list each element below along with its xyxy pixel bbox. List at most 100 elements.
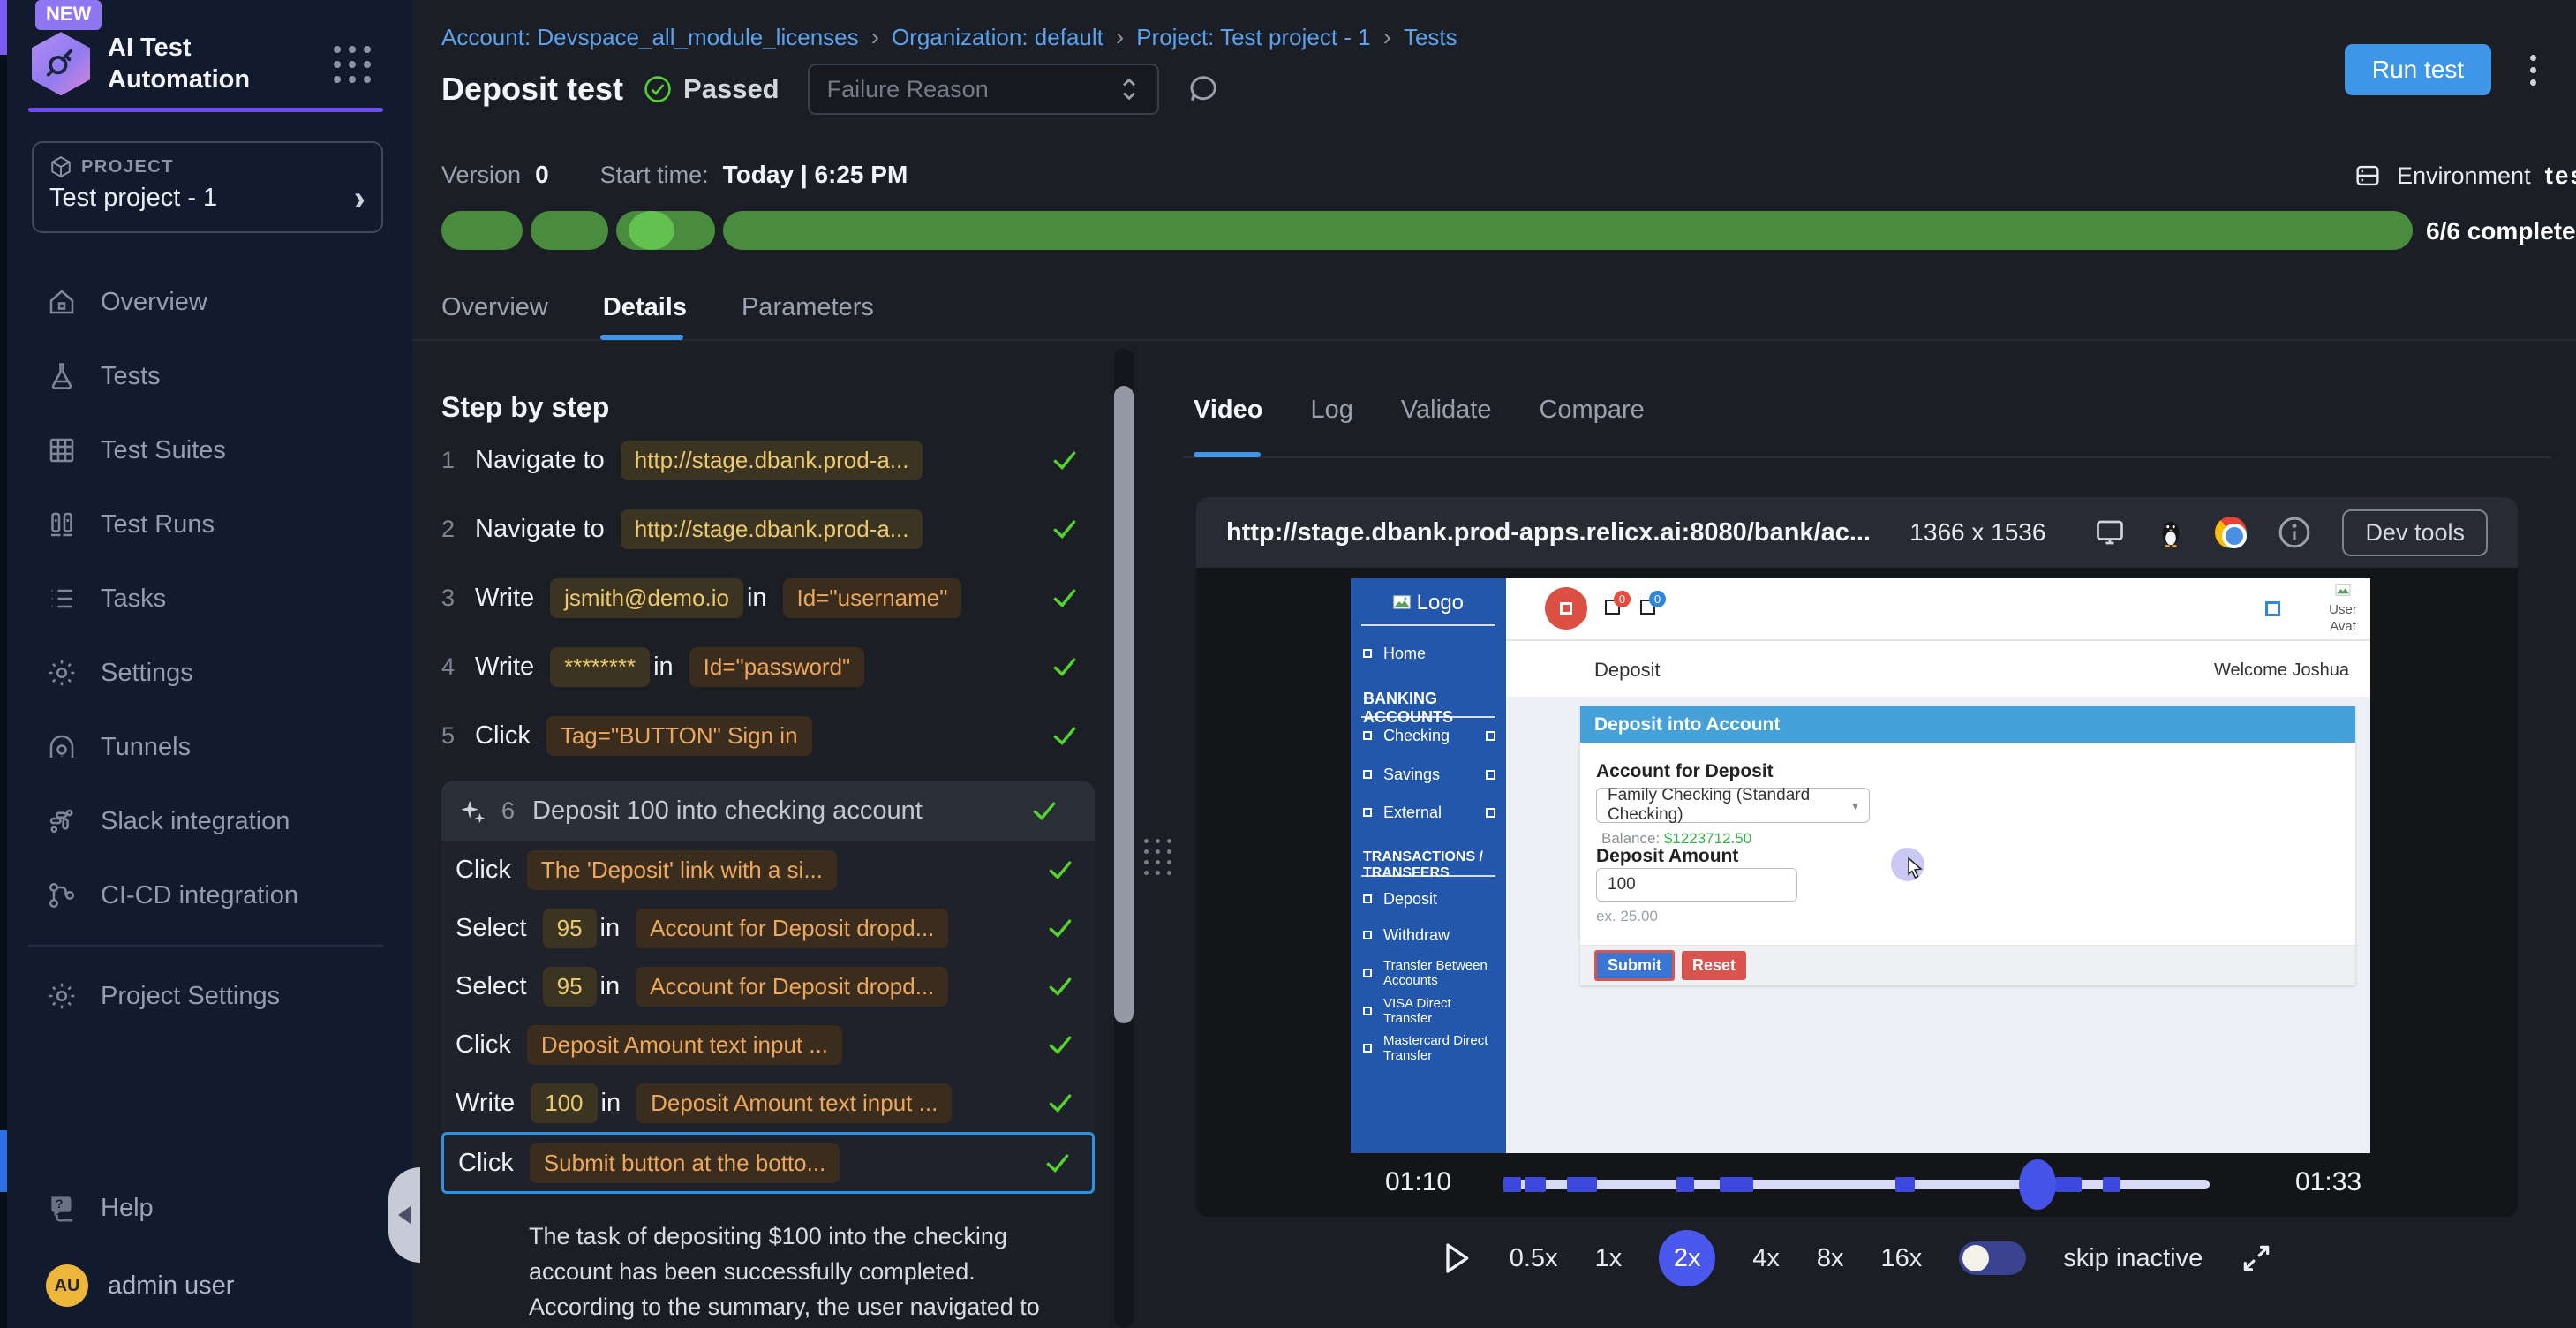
sidebar-item-test-suites[interactable]: Test Suites — [0, 413, 412, 487]
skip-inactive-toggle[interactable] — [1959, 1241, 2026, 1275]
broken-image-icon — [2335, 584, 2351, 596]
tab-log[interactable]: Log — [1310, 396, 1352, 425]
more-options-icon[interactable] — [2527, 51, 2540, 89]
url-pill: http://stage.dbank.prod-a... — [621, 509, 923, 549]
step-row-5[interactable]: 5 Click Tag="BUTTON" Sign in — [441, 703, 1099, 768]
video-viewport: Logo Home BANKING ACCOUNTS Checking Savi… — [1196, 568, 2518, 1153]
tab-overview[interactable]: Overview — [441, 293, 548, 322]
substep-row-6-selected[interactable]: Click Submit button at the botto... — [441, 1132, 1095, 1194]
value-pill: 95 — [543, 967, 597, 1007]
step-row-4[interactable]: 4 Write ******** in Id="password" — [441, 634, 1099, 699]
sidebar-item-tests[interactable]: Tests — [0, 339, 412, 413]
breadcrumb-tests[interactable]: Tests — [1404, 24, 1457, 51]
substep-row-2[interactable]: Select 95 in Account for Deposit dropd..… — [441, 899, 1095, 957]
progress-segment[interactable] — [441, 211, 523, 250]
step-row-2[interactable]: 2 Navigate to http://stage.dbank.prod-a.… — [441, 496, 1099, 562]
steps-scrollbar-thumb[interactable] — [1114, 386, 1134, 1023]
step-group-header[interactable]: 6 Deposit 100 into checking account — [441, 781, 1095, 841]
substep-row-3[interactable]: Select 95 in Account for Deposit dropd..… — [441, 957, 1095, 1015]
sidebar-item-settings[interactable]: Settings — [0, 636, 412, 710]
failure-reason-select[interactable]: Failure Reason — [808, 64, 1159, 115]
locator-pill: Deposit Amount text input ... — [527, 1025, 842, 1065]
sidebar-collapse-handle[interactable] — [388, 1167, 420, 1263]
svg-text:?: ? — [56, 1197, 64, 1211]
sidebar-item-tasks[interactable]: Tasks — [0, 562, 412, 636]
nav-divider — [28, 945, 384, 947]
breadcrumb-separator: › — [871, 23, 879, 51]
apps-grid-icon[interactable] — [334, 46, 373, 85]
video-url-bar: http://stage.dbank.prod-apps.relicx.ai:8… — [1196, 497, 2518, 568]
step-row-1[interactable]: 1 Navigate to http://stage.dbank.prod-a.… — [441, 427, 1099, 493]
comment-icon[interactable] — [1186, 72, 1221, 107]
amount-input: 100 — [1596, 868, 1797, 902]
locator-pill: Id="username" — [783, 578, 962, 618]
sidebar-item-test-runs[interactable]: Test Runs — [0, 487, 412, 562]
step-passed-icon — [1045, 971, 1075, 1001]
panel-resize-handle[interactable] — [1144, 839, 1172, 875]
locator-pill: Submit button at the botto... — [530, 1143, 840, 1183]
tab-video[interactable]: Video — [1194, 396, 1262, 425]
substep-row-4[interactable]: Click Deposit Amount text input ... — [441, 1015, 1095, 1074]
start-time-value: Today | 6:25 PM — [723, 161, 908, 189]
user-name: admin user — [108, 1271, 234, 1301]
breadcrumb-separator: › — [1383, 23, 1391, 51]
sidebar-item-cicd-integration[interactable]: CI-CD integration — [0, 858, 412, 932]
title-row: Deposit test Passed Failure Reason — [441, 64, 1221, 115]
fullscreen-icon[interactable] — [2240, 1241, 2273, 1275]
speed-16x[interactable]: 16x — [1881, 1244, 1923, 1273]
play-icon[interactable] — [1441, 1241, 1473, 1276]
avatar: AU — [46, 1264, 88, 1307]
tab-parameters[interactable]: Parameters — [742, 293, 874, 322]
recorded-bank-app: Logo Home BANKING ACCOUNTS Checking Savi… — [1351, 578, 2370, 1153]
breadcrumb-account[interactable]: Account: Devspace_all_module_licenses — [441, 24, 859, 51]
progress-segment[interactable] — [723, 211, 2413, 250]
run-progress-bar — [441, 211, 2413, 250]
sidebar-item-overview[interactable]: Overview — [0, 265, 412, 339]
url-pill: http://stage.dbank.prod-a... — [621, 441, 923, 480]
tab-compare[interactable]: Compare — [1539, 396, 1644, 425]
breadcrumb: Account: Devspace_all_module_licenses › … — [441, 23, 1457, 51]
speed-4x[interactable]: 4x — [1752, 1244, 1780, 1273]
playhead[interactable] — [2019, 1159, 2056, 1210]
devtools-button[interactable]: Dev tools — [2342, 509, 2488, 556]
progress-segment[interactable] — [616, 211, 715, 250]
bank-topbar: 0 0 User Avat — [1506, 578, 2370, 641]
app-logo-icon — [32, 32, 90, 95]
check-circle-icon — [643, 74, 673, 104]
project-selector[interactable]: PROJECT Test project - 1 › — [32, 141, 383, 233]
sidebar-item-slack-integration[interactable]: Slack integration — [0, 784, 412, 858]
chrome-icon — [2215, 517, 2247, 548]
columns-icon — [46, 509, 78, 540]
substep-row-1[interactable]: Click The 'Deposit' link with a si... — [441, 841, 1095, 899]
user-menu[interactable]: AU admin user — [0, 1243, 412, 1328]
tab-validate[interactable]: Validate — [1401, 396, 1492, 425]
speed-2x-active[interactable]: 2x — [1659, 1230, 1715, 1286]
tab-details[interactable]: Details — [603, 293, 687, 322]
breadcrumb-project[interactable]: Project: Test project - 1 — [1136, 24, 1370, 51]
sidebar-item-tunnels[interactable]: Tunnels — [0, 710, 412, 784]
balance-text: Balance: $1223712.50 — [1601, 830, 1751, 848]
sidebar-item-project-settings[interactable]: Project Settings — [0, 959, 412, 1033]
step-passed-icon — [1050, 445, 1080, 475]
breadcrumb-organization[interactable]: Organization: default — [892, 24, 1103, 51]
speed-1x[interactable]: 1x — [1595, 1244, 1623, 1273]
progress-segment[interactable] — [531, 211, 608, 250]
gear-icon — [46, 657, 78, 689]
seek-track[interactable] — [1503, 1180, 2210, 1189]
info-icon[interactable] — [2277, 515, 2312, 550]
bank-logo: Logo — [1351, 591, 1506, 615]
sidebar-bottom: ? Help AU admin user — [0, 1173, 412, 1328]
step-passed-icon — [1043, 1148, 1073, 1178]
help-button[interactable]: ? Help — [0, 1173, 412, 1243]
activity-marker — [1503, 1177, 1521, 1192]
value-pill: ******** — [550, 647, 650, 687]
step-passed-icon — [1050, 721, 1080, 751]
run-test-button[interactable]: Run test — [2345, 44, 2491, 95]
speed-0.5x[interactable]: 0.5x — [1510, 1244, 1558, 1273]
speed-8x[interactable]: 8x — [1817, 1244, 1844, 1273]
substep-row-5[interactable]: Write 100 in Deposit Amount text input .… — [441, 1074, 1095, 1132]
tunnel-icon — [46, 731, 78, 763]
step-row-3[interactable]: 3 Write jsmith@demo.io in Id="username" — [441, 565, 1099, 630]
monitor-icon[interactable] — [2093, 517, 2127, 548]
status-badge: Passed — [643, 73, 780, 105]
